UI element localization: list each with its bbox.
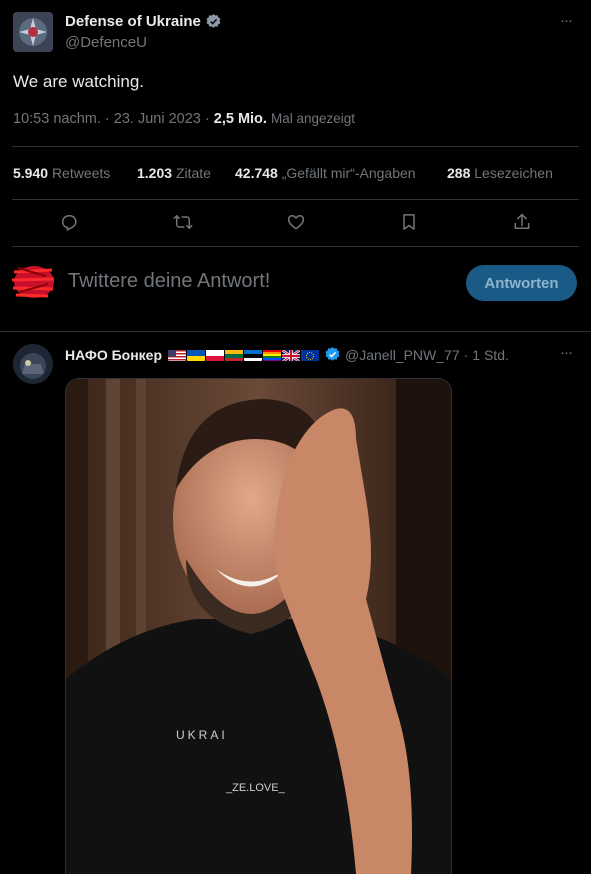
- like-icon[interactable]: [284, 210, 308, 234]
- flag-us-icon: [168, 349, 187, 361]
- retweets-stat[interactable]: 5.940 Retweets: [13, 165, 110, 181]
- views-count: 2,5 Mio.: [213, 111, 267, 127]
- separator-dot: ·: [104, 111, 110, 127]
- reply-button[interactable]: Antworten: [466, 265, 577, 301]
- author-avatar[interactable]: [13, 12, 53, 52]
- flag-ee-icon: [244, 349, 263, 361]
- separator-dot: ·: [204, 111, 210, 127]
- verified-badge-icon: [205, 13, 222, 30]
- reply-more-options-icon[interactable]: ···: [560, 344, 573, 361]
- shirt-text-zelove: _ZE.LOVE_: [225, 782, 286, 794]
- reply-input[interactable]: Twittere deine Antwort!: [68, 270, 270, 293]
- bookmark-icon[interactable]: [397, 210, 421, 234]
- reply-media-image[interactable]: UKRAI _ZE.LOVE_: [65, 378, 452, 874]
- reply-author-handle[interactable]: @Janell_PNW_77: [345, 347, 460, 363]
- likes-stat[interactable]: 42.748 „Gefällt mir“-Angaben: [235, 165, 416, 181]
- retweet-icon[interactable]: [171, 210, 195, 234]
- flag-pl-icon: [206, 349, 225, 361]
- reply-button-label: Antworten: [484, 274, 559, 292]
- shirt-text-ukraine: UKRAI: [176, 728, 228, 742]
- author-handle[interactable]: @DefenceU: [65, 34, 147, 51]
- reply-time[interactable]: 1 Std.: [472, 347, 509, 363]
- divider: [12, 146, 579, 147]
- author-name[interactable]: Defense of Ukraine: [65, 13, 201, 30]
- verified-badge-icon: [324, 346, 341, 363]
- flag-ua-icon: [187, 349, 206, 361]
- tweet-text: We are watching.: [13, 72, 145, 91]
- flag-gb-icon: [282, 348, 301, 361]
- bookmarks-stat[interactable]: 288 Lesezeichen: [447, 165, 553, 181]
- divider: [0, 331, 591, 332]
- separator-dot: ·: [463, 346, 469, 363]
- share-icon[interactable]: [510, 210, 534, 234]
- flag-emojis: [168, 348, 320, 361]
- tweet-time[interactable]: 10:53 nachm.: [13, 111, 101, 127]
- reply-icon[interactable]: [57, 210, 81, 234]
- reply-author-avatar[interactable]: [13, 344, 53, 384]
- divider: [12, 199, 579, 200]
- quotes-stat[interactable]: 1.203 Zitate: [137, 165, 211, 181]
- more-options-icon[interactable]: ···: [560, 12, 573, 29]
- views-label: Mal angezeigt: [270, 111, 356, 126]
- tweet-date[interactable]: 23. Juni 2023: [114, 111, 201, 127]
- flag-eu-icon: [301, 349, 320, 361]
- divider: [12, 246, 579, 247]
- user-avatar[interactable]: [8, 262, 56, 302]
- reply-author-name[interactable]: НАФО Бонкер: [65, 347, 162, 363]
- flag-lt-icon: [225, 349, 244, 361]
- flag-pride-icon: [263, 349, 282, 361]
